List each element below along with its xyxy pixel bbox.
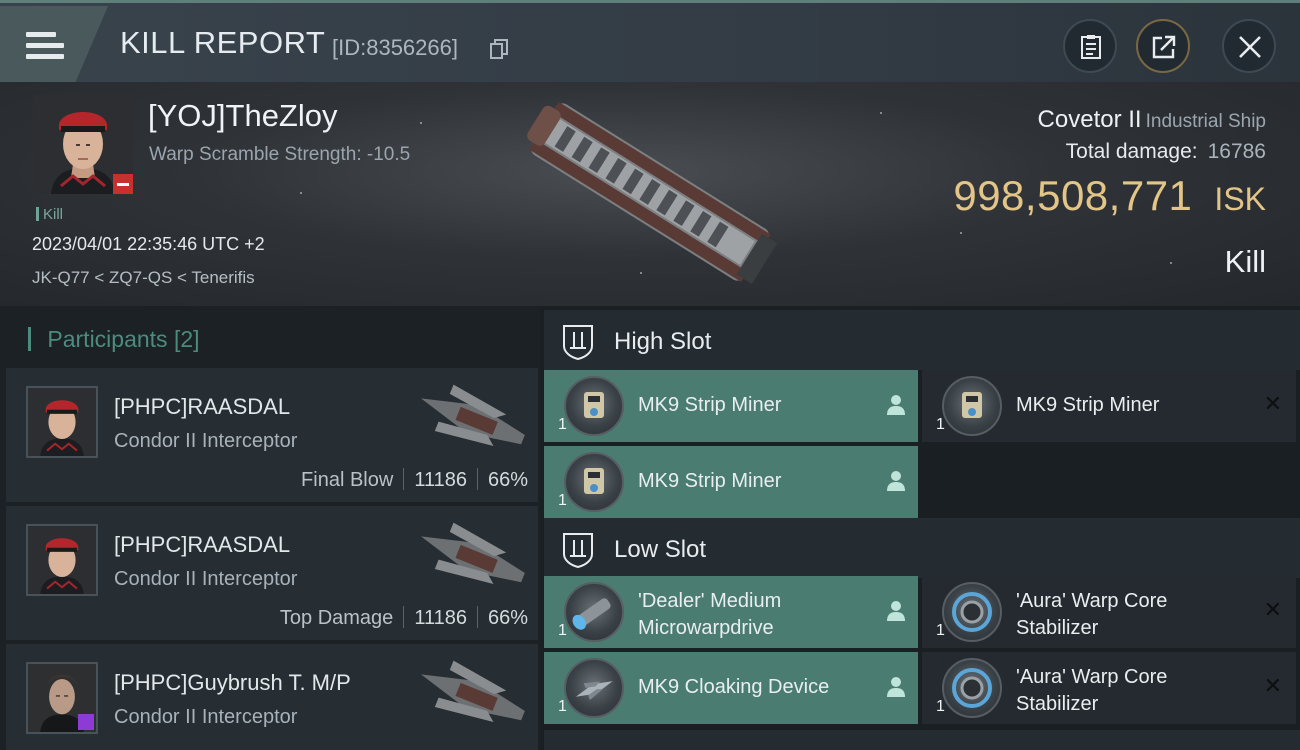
module-name: 'Dealer' Medium Microwarpdrive [638, 590, 782, 639]
next-slot-header [544, 730, 1300, 750]
status-badge [113, 174, 133, 194]
isk-amount: 998,508,771 [953, 172, 1193, 219]
total-damage-value: 16786 [1207, 140, 1266, 163]
remove-icon[interactable]: ✕ [1264, 392, 1282, 417]
participant-name: [PHPC]RAASDAL [114, 394, 291, 419]
participant-ship-image [421, 660, 525, 723]
participant-row[interactable]: [PHPC]RAASDAL Condor II Interceptor Top … [6, 506, 538, 640]
copy-icon[interactable] [490, 39, 508, 59]
low-slot-header: Low Slot [544, 518, 1300, 578]
module-name: 'Aura' Warp Core Stabilizer [1016, 590, 1168, 639]
victim-name[interactable]: [YOJ]TheZloy [148, 98, 338, 134]
cloaking-device-icon [564, 658, 624, 718]
slot-icon [563, 533, 593, 568]
avatar [26, 662, 98, 734]
person-icon[interactable] [886, 676, 906, 698]
module-item[interactable]: 1 MK9 Strip Miner ✕ [922, 370, 1296, 442]
fitting-panel: High Slot 1 MK9 Strip Miner 1 MK9 Strip … [544, 306, 1300, 750]
share-icon [1152, 35, 1176, 59]
avatar [26, 524, 98, 596]
participant-name: [PHPC]RAASDAL [114, 532, 291, 557]
participant-ship-image [421, 384, 525, 447]
result-label: Kill [1224, 244, 1266, 279]
menu-icon [26, 32, 64, 65]
victim-ship-name[interactable]: Covetor II Industrial Ship [1038, 106, 1266, 134]
victim-ship-class: Industrial Ship [1145, 111, 1266, 132]
module-item[interactable]: 1 'Aura' Warp Core Stabilizer ✕ [922, 652, 1296, 724]
strip-miner-icon [564, 376, 624, 436]
total-damage-label: Total damage: [1065, 140, 1198, 163]
remove-icon[interactable]: ✕ [1264, 598, 1282, 623]
participant-ship: Condor II Interceptor [114, 568, 298, 590]
victim-portrait[interactable] [33, 94, 133, 194]
module-name: MK9 Strip Miner [1016, 394, 1160, 416]
page-title: KILL REPORT [120, 25, 326, 60]
module-item[interactable]: 1 MK9 Cloaking Device [544, 652, 918, 724]
strip-miner-icon [942, 376, 1002, 436]
participant-stats: Top Damage 11186 66% [280, 606, 528, 630]
participant-role: Final Blow [301, 469, 394, 491]
share-button[interactable] [1136, 19, 1190, 73]
kill-time: 2023/04/01 22:35:46 UTC +2 [32, 234, 265, 254]
isk-value: 998,508,771 ISK [953, 172, 1266, 220]
participant-role: Top Damage [279, 607, 394, 629]
participant-stats: Final Blow 11186 66% [301, 468, 528, 492]
module-item[interactable]: 1 MK9 Strip Miner [544, 370, 918, 442]
clipboard-icon [1081, 35, 1101, 59]
victim-banner: [YOJ]TheZloy Warp Scramble Strength: -10… [0, 82, 1300, 306]
clipboard-button[interactable] [1063, 19, 1117, 73]
warp-scramble-strength: Warp Scramble Strength: -10.5 [149, 144, 411, 165]
module-item[interactable]: 1 MK9 Strip Miner [544, 446, 918, 518]
module-item[interactable]: 1 'Dealer' Medium Microwarpdrive [544, 576, 918, 648]
menu-button[interactable] [0, 6, 108, 82]
warp-core-stabilizer-icon [942, 582, 1002, 642]
participant-damage: 11186 [414, 607, 467, 629]
participant-ship-image [421, 522, 525, 585]
total-damage: Total damage: 16786 [1066, 140, 1266, 164]
participant-row[interactable]: [PHPC]Guybrush T. M/P Condor II Intercep… [6, 644, 538, 750]
module-name: MK9 Strip Miner [638, 470, 782, 492]
warp-core-stabilizer-icon [942, 658, 1002, 718]
microwarpdrive-icon [564, 582, 624, 642]
strip-miner-icon [564, 452, 624, 512]
top-bar: KILL REPORT [ID:8356266] [0, 0, 1300, 82]
participant-row[interactable]: [PHPC]RAASDAL Condor II Interceptor Fina… [6, 368, 538, 502]
high-slot-header: High Slot [544, 310, 1300, 370]
avatar [26, 386, 98, 458]
participant-percent: 66% [487, 607, 528, 629]
participant-percent: 66% [487, 469, 528, 491]
close-icon [1239, 36, 1261, 58]
participant-ship: Condor II Interceptor [114, 706, 298, 728]
isk-unit: ISK [1214, 181, 1266, 217]
participants-count: [2] [173, 326, 200, 352]
person-icon[interactable] [886, 600, 906, 622]
participant-damage: 11186 [414, 469, 467, 491]
participant-name: [PHPC]Guybrush T. M/P [114, 670, 351, 695]
kill-location: JK-Q77 < ZQ7-QS < Tenerifis [32, 268, 255, 287]
high-slot-label: High Slot [614, 328, 712, 355]
participant-ship: Condor II Interceptor [114, 430, 298, 452]
person-icon[interactable] [886, 470, 906, 492]
module-item[interactable]: 1 'Aura' Warp Core Stabilizer ✕ [922, 576, 1296, 648]
module-name: MK9 Strip Miner [638, 394, 782, 416]
participants-header[interactable]: Participants [2] [28, 326, 200, 353]
person-icon[interactable] [886, 394, 906, 416]
victim-ship-image[interactable] [505, 92, 795, 292]
kill-tag: Kill [36, 206, 63, 223]
module-name: 'Aura' Warp Core Stabilizer [1016, 666, 1168, 715]
remove-icon[interactable]: ✕ [1264, 674, 1282, 699]
module-name: MK9 Cloaking Device [638, 676, 830, 698]
participants-panel: Participants [2] [PHPC]RAASDAL Condor II… [0, 306, 540, 750]
close-button[interactable] [1222, 19, 1276, 73]
low-slot-label: Low Slot [614, 536, 707, 563]
slot-icon [563, 325, 593, 360]
report-id: [ID:8356266] [332, 35, 458, 60]
badge-icon [78, 714, 94, 730]
